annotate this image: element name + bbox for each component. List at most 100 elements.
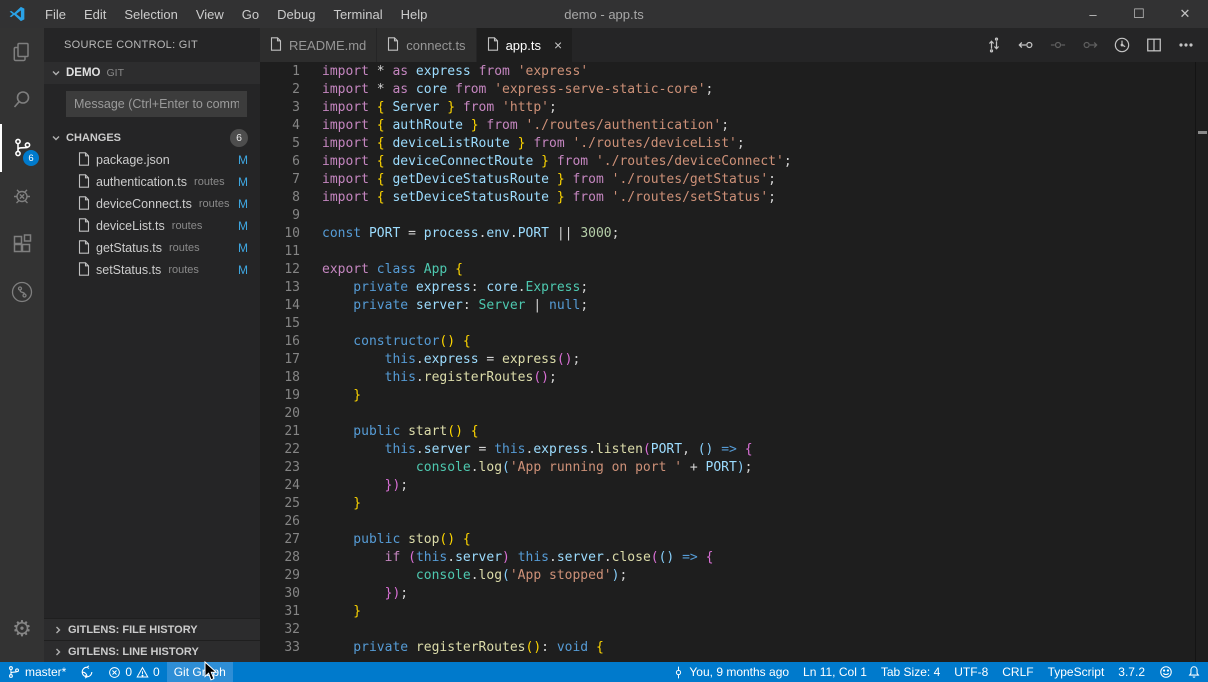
code-line[interactable]: 11: [260, 243, 1208, 261]
scm-file-row[interactable]: deviceConnect.tsroutesM: [44, 193, 260, 215]
code-line[interactable]: 23 console.log('App running on port ' + …: [260, 459, 1208, 477]
code-line[interactable]: 28 if (this.server) this.server.close(()…: [260, 549, 1208, 567]
code-line[interactable]: 30 });: [260, 585, 1208, 603]
sync-icon: [80, 665, 94, 679]
git-graph-button[interactable]: Git Graph: [167, 662, 233, 682]
code-line[interactable]: 20: [260, 405, 1208, 423]
next-change-icon[interactable]: [1076, 32, 1104, 58]
commit-icon: [672, 666, 685, 679]
code-line[interactable]: 10const PORT = process.env.PORT || 3000;: [260, 225, 1208, 243]
code-line[interactable]: 2import * as core from 'express-serve-st…: [260, 81, 1208, 99]
feedback-smiley-icon[interactable]: [1152, 662, 1180, 682]
notifications-bell-icon[interactable]: [1180, 662, 1208, 682]
debug-icon[interactable]: [0, 172, 44, 220]
code-line[interactable]: 29 console.log('App stopped');: [260, 567, 1208, 585]
gitlens-panel-header[interactable]: GITLENS: LINE HISTORY: [44, 640, 260, 662]
menu-edit[interactable]: Edit: [75, 0, 115, 28]
menu-debug[interactable]: Debug: [268, 0, 324, 28]
gitlens-icon[interactable]: [0, 268, 44, 316]
code-line[interactable]: 19 }: [260, 387, 1208, 405]
tab-app[interactable]: app.ts ×: [477, 28, 574, 62]
code-line[interactable]: 17 this.express = express();: [260, 351, 1208, 369]
more-actions-icon[interactable]: [1172, 32, 1200, 58]
eol-indicator[interactable]: CRLF: [995, 662, 1040, 682]
scm-file-row[interactable]: setStatus.tsroutesM: [44, 259, 260, 281]
code-line[interactable]: 1import * as express from 'express': [260, 63, 1208, 81]
code-line[interactable]: 33 private registerRoutes(): void {: [260, 639, 1208, 657]
gitlens-blame-icon[interactable]: [1108, 32, 1136, 58]
blame-annotation[interactable]: You, 9 months ago: [665, 662, 796, 682]
code-line[interactable]: 7import { getDeviceStatusRoute } from '.…: [260, 171, 1208, 189]
maximize-button[interactable]: ☐: [1116, 0, 1162, 28]
code-line[interactable]: 4import { authRoute } from './routes/aut…: [260, 117, 1208, 135]
code-line[interactable]: 14 private server: Server | null;: [260, 297, 1208, 315]
code-line[interactable]: 3import { Server } from 'http';: [260, 99, 1208, 117]
cursor-position[interactable]: Ln 11, Col 1: [796, 662, 874, 682]
code-line[interactable]: 5import { deviceListRoute } from './rout…: [260, 135, 1208, 153]
menu-file[interactable]: File: [36, 0, 75, 28]
scrollbar[interactable]: [1195, 62, 1208, 662]
close-tab-icon[interactable]: ×: [554, 38, 562, 52]
open-changes-icon[interactable]: [980, 32, 1008, 58]
minimize-button[interactable]: –: [1070, 0, 1116, 28]
menu-terminal[interactable]: Terminal: [324, 0, 391, 28]
split-editor-icon[interactable]: [1140, 32, 1168, 58]
repo-header[interactable]: DEMO GIT: [44, 62, 260, 84]
code-line[interactable]: 18 this.registerRoutes();: [260, 369, 1208, 387]
code-line[interactable]: 8import { setDeviceStatusRoute } from '.…: [260, 189, 1208, 207]
repo-name: DEMO: [66, 67, 101, 79]
code-line[interactable]: 21 public start() {: [260, 423, 1208, 441]
sync-button[interactable]: [73, 662, 101, 682]
menu-view[interactable]: View: [187, 0, 233, 28]
code-line[interactable]: 32: [260, 621, 1208, 639]
warning-count: 0: [153, 665, 160, 679]
code-line[interactable]: 22 this.server = this.express.listen(POR…: [260, 441, 1208, 459]
code-line[interactable]: 9: [260, 207, 1208, 225]
code-line[interactable]: 24 });: [260, 477, 1208, 495]
code-line[interactable]: 6import { deviceConnectRoute } from './r…: [260, 153, 1208, 171]
menu-go[interactable]: Go: [233, 0, 268, 28]
line-number: 17: [260, 351, 300, 369]
scm-file-row[interactable]: authentication.tsroutesM: [44, 171, 260, 193]
encoding-indicator[interactable]: UTF-8: [947, 662, 995, 682]
previous-change-icon[interactable]: [1012, 32, 1040, 58]
menu-help[interactable]: Help: [392, 0, 437, 28]
scm-file-row[interactable]: getStatus.tsroutesM: [44, 237, 260, 259]
editor-actions: [980, 28, 1208, 62]
tab-readme[interactable]: README.md: [260, 28, 377, 62]
scm-file-row[interactable]: package.jsonM: [44, 149, 260, 171]
menu-selection[interactable]: Selection: [115, 0, 186, 28]
line-number: 18: [260, 369, 300, 387]
code-line[interactable]: 27 public stop() {: [260, 531, 1208, 549]
line-number: 20: [260, 405, 300, 423]
tab-connect[interactable]: connect.ts: [377, 28, 476, 62]
code-text: console.log('App running on port ' + POR…: [300, 459, 753, 477]
source-control-icon[interactable]: 6: [0, 124, 44, 172]
code-line[interactable]: 16 constructor() {: [260, 333, 1208, 351]
gitlens-panel-header[interactable]: GITLENS: FILE HISTORY: [44, 618, 260, 640]
compare-change-icon[interactable]: [1044, 32, 1072, 58]
branch-indicator[interactable]: master*: [0, 662, 73, 682]
code-line[interactable]: 26: [260, 513, 1208, 531]
explorer-icon[interactable]: [0, 28, 44, 76]
code-line[interactable]: 13 private express: core.Express;: [260, 279, 1208, 297]
code-line[interactable]: 31 }: [260, 603, 1208, 621]
close-button[interactable]: ✕: [1162, 0, 1208, 28]
commit-message-input[interactable]: [66, 91, 247, 117]
search-icon[interactable]: [0, 76, 44, 124]
ts-version-indicator[interactable]: 3.7.2: [1111, 662, 1152, 682]
modified-status-badge: M: [238, 263, 248, 277]
code-line[interactable]: 12export class App {: [260, 261, 1208, 279]
settings-gear-icon[interactable]: ⚙: [0, 606, 44, 654]
problems-indicator[interactable]: 0 0: [101, 662, 166, 682]
code-line[interactable]: 25 }: [260, 495, 1208, 513]
code-text: private registerRoutes(): void {: [300, 639, 604, 657]
extensions-icon[interactable]: [0, 220, 44, 268]
tab-size-indicator[interactable]: Tab Size: 4: [874, 662, 947, 682]
changes-section-header[interactable]: CHANGES 6: [44, 127, 260, 149]
code-editor[interactable]: 1import * as express from 'express'2impo…: [260, 62, 1208, 662]
language-indicator[interactable]: TypeScript: [1041, 662, 1112, 682]
code-line[interactable]: 15: [260, 315, 1208, 333]
line-number: 16: [260, 333, 300, 351]
scm-file-row[interactable]: deviceList.tsroutesM: [44, 215, 260, 237]
